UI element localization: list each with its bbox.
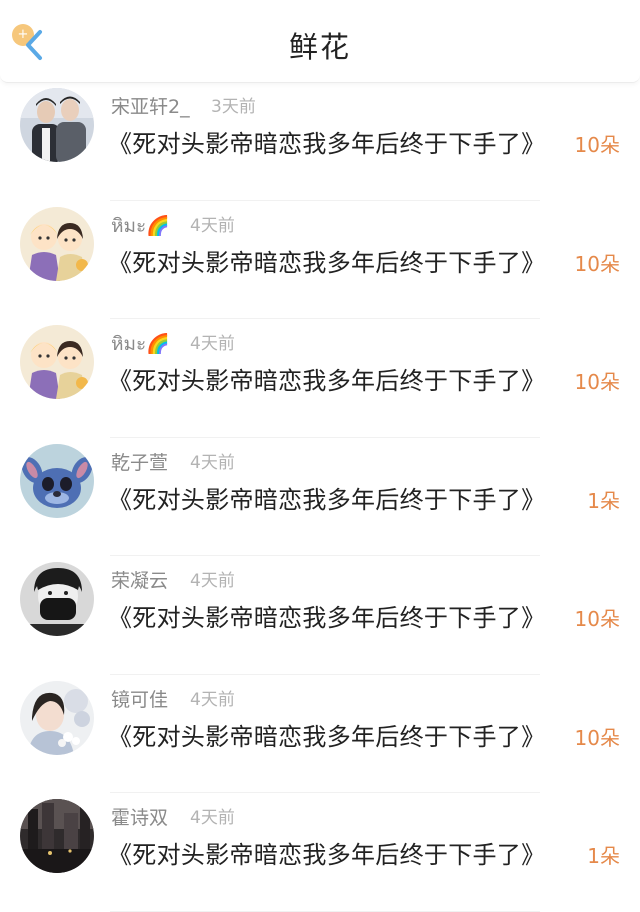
flower-count: 10朵 (574, 370, 620, 394)
avatar[interactable] (20, 562, 94, 636)
timestamp: 4天前 (190, 689, 235, 710)
username[interactable]: 霍诗双 (111, 803, 168, 830)
username[interactable]: 宋亚轩2_ (111, 92, 190, 119)
flower-count: 1朵 (587, 488, 620, 513)
avatar[interactable] (20, 680, 94, 755)
flower-count: 10朵 (574, 133, 620, 157)
timestamp: 3天前 (211, 97, 256, 117)
list-item[interactable]: 霍诗双 4天前 《死对头影帝暗恋我多年后终于下手了》 1朵 (0, 793, 640, 912)
avatar[interactable] (20, 443, 94, 518)
timestamp: 4天前 (190, 808, 235, 828)
username[interactable]: หิมะ🌈 (111, 211, 170, 241)
book-title[interactable]: 《死对头影帝暗恋我多年后终于下手了》 (108, 361, 545, 396)
list-item[interactable]: 镜可佳 4天前 《死对头影帝暗恋我多年后终于下手了》 10朵 (0, 675, 640, 794)
book-title[interactable]: 《死对头影帝暗恋我多年后终于下手了》 (108, 598, 545, 633)
flower-list: 宋亚轩2_ 3天前 《死对头影帝暗恋我多年后终于下手了》 10朵 หิมะ🌈 4… (0, 82, 640, 912)
book-title[interactable]: 《死对头影帝暗恋我多年后终于下手了》 (108, 717, 545, 752)
book-title[interactable]: 《死对头影帝暗恋我多年后终于下手了》 (108, 124, 545, 159)
timestamp: 4天前 (190, 334, 235, 354)
username[interactable]: 荣凝云 (111, 566, 168, 593)
list-item[interactable]: 乾子萱 4天前 《死对头影帝暗恋我多年后终于下手了》 1朵 (0, 438, 640, 557)
timestamp: 4天前 (190, 571, 235, 591)
flower-count: 10朵 (574, 725, 620, 750)
timestamp: 4天前 (190, 215, 235, 236)
book-title[interactable]: 《死对头影帝暗恋我多年后终于下手了》 (108, 835, 545, 870)
avatar[interactable] (20, 206, 94, 281)
timestamp: 4天前 (190, 452, 235, 473)
flower-count: 1朵 (587, 844, 620, 868)
book-title[interactable]: 《死对头影帝暗恋我多年后终于下手了》 (108, 243, 545, 278)
username[interactable]: หิมะ🌈 (111, 329, 170, 359)
list-item[interactable]: 荣凝云 4天前 《死对头影帝暗恋我多年后终于下手了》 10朵 (0, 556, 640, 675)
book-title[interactable]: 《死对头影帝暗恋我多年后终于下手了》 (108, 480, 545, 515)
username[interactable]: 乾子萱 (111, 448, 168, 475)
page-title: 鲜花 (288, 30, 351, 64)
username[interactable]: 镜可佳 (111, 685, 168, 712)
list-item[interactable]: หิมะ🌈 4天前 《死对头影帝暗恋我多年后终于下手了》 10朵 (0, 319, 640, 438)
list-item[interactable]: 宋亚轩2_ 3天前 《死对头影帝暗恋我多年后终于下手了》 10朵 (0, 82, 640, 201)
top-bar: + 鲜花 (0, 0, 640, 83)
avatar[interactable] (20, 88, 94, 162)
flower-count: 10朵 (574, 251, 620, 276)
list-item[interactable]: หิมะ🌈 4天前 《死对头影帝暗恋我多年后终于下手了》 10朵 (0, 201, 640, 320)
flower-count: 10朵 (574, 607, 620, 631)
avatar[interactable] (20, 325, 94, 399)
avatar[interactable] (20, 799, 94, 873)
